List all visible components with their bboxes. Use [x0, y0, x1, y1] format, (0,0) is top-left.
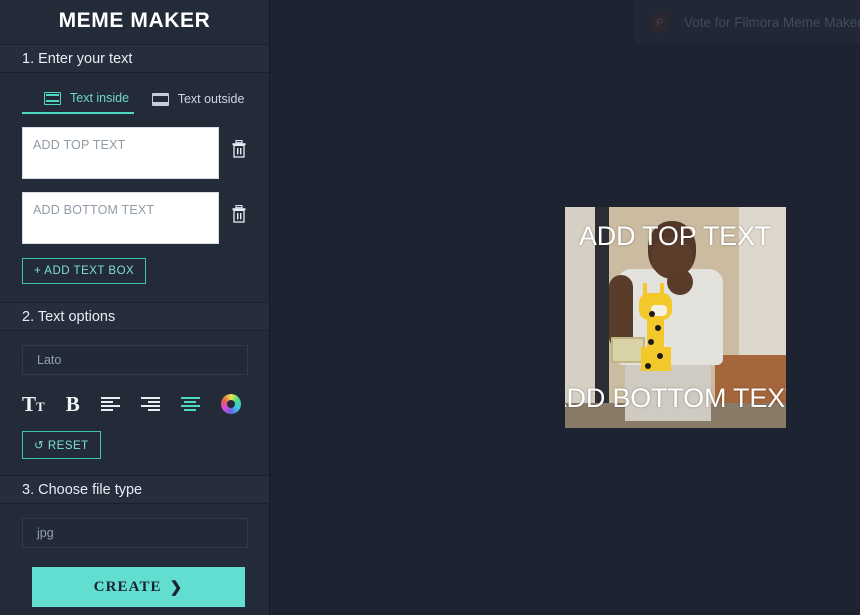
- delete-bottom-text-button[interactable]: [231, 204, 247, 223]
- top-text-input[interactable]: ADD TOP TEXT: [22, 127, 219, 179]
- tab-text-outside-label: Text outside: [177, 92, 245, 106]
- font-size-icon[interactable]: TT: [22, 393, 45, 415]
- text-outside-icon: [151, 92, 169, 106]
- text-format-toolbar: TT B: [22, 391, 247, 417]
- reset-button[interactable]: ↺ RESET: [22, 431, 101, 459]
- chevron-right-icon: ❯: [169, 579, 184, 596]
- reset-label: RESET: [47, 440, 89, 452]
- sidebar: MEME MAKER 1. Enter your text Text insid…: [0, 0, 270, 615]
- canvas-area: ADD TOP TEXT ADD BOTTOM TEXT ↗ Visit Fil…: [270, 0, 860, 615]
- create-button-label: CREATE: [93, 578, 162, 595]
- tab-text-outside[interactable]: Text outside: [134, 87, 247, 114]
- textbox-row: ADD BOTTOM TEXT: [22, 192, 247, 244]
- align-left-icon[interactable]: [100, 397, 120, 411]
- delete-top-text-button[interactable]: [231, 139, 247, 158]
- section-heading-enter-text: 1. Enter your text: [0, 44, 269, 73]
- meme-maker-app: MEME MAKER 1. Enter your text Text insid…: [0, 0, 860, 615]
- font-family-input[interactable]: Lato: [22, 345, 248, 375]
- color-picker-icon[interactable]: [220, 394, 241, 414]
- promo-row-label: Vote for Filmora Meme Maker on Product H…: [684, 15, 860, 30]
- meme-top-text: ADD TOP TEXT: [578, 221, 772, 251]
- section-body-text-options: Lato TT B ↺ RESET: [0, 345, 269, 475]
- tab-text-inside-label: Text inside: [70, 91, 130, 105]
- promo-widget[interactable]: ↗ Visit Filmora Video Trimmer per Day +2…: [635, 0, 860, 43]
- product-hunt-icon: P: [650, 12, 670, 33]
- promo-widget-row[interactable]: P Vote for Filmora Meme Maker on Product…: [636, 1, 860, 42]
- meme-preview[interactable]: ADD TOP TEXT ADD BOTTOM TEXT: [565, 207, 786, 428]
- text-inside-icon: [44, 91, 61, 105]
- tab-text-inside[interactable]: Text inside: [22, 87, 134, 114]
- meme-bottom-text: ADD BOTTOM TEXT: [565, 383, 786, 413]
- reset-icon: ↺: [34, 440, 45, 452]
- text-placement-tabs: Text inside Text outside: [22, 73, 247, 114]
- align-right-icon[interactable]: [140, 397, 160, 411]
- section-body-file-type: jpg: [0, 518, 269, 548]
- section-heading-text-options: 2. Text options: [0, 302, 269, 331]
- app-title: MEME MAKER: [0, 0, 269, 44]
- file-type-input[interactable]: jpg: [22, 518, 248, 548]
- bottom-text-input[interactable]: ADD BOTTOM TEXT: [22, 192, 219, 244]
- section-body-enter-text: Text inside Text outside ADD TOP TEXT AD…: [0, 73, 269, 302]
- align-center-icon[interactable]: [180, 397, 200, 411]
- bold-icon[interactable]: B: [66, 393, 80, 415]
- create-button[interactable]: CREATE ❯: [32, 567, 245, 607]
- add-text-box-button[interactable]: + ADD TEXT BOX: [22, 258, 147, 284]
- section-heading-file-type: 3. Choose file type: [0, 475, 269, 504]
- textbox-row: ADD TOP TEXT: [22, 127, 247, 179]
